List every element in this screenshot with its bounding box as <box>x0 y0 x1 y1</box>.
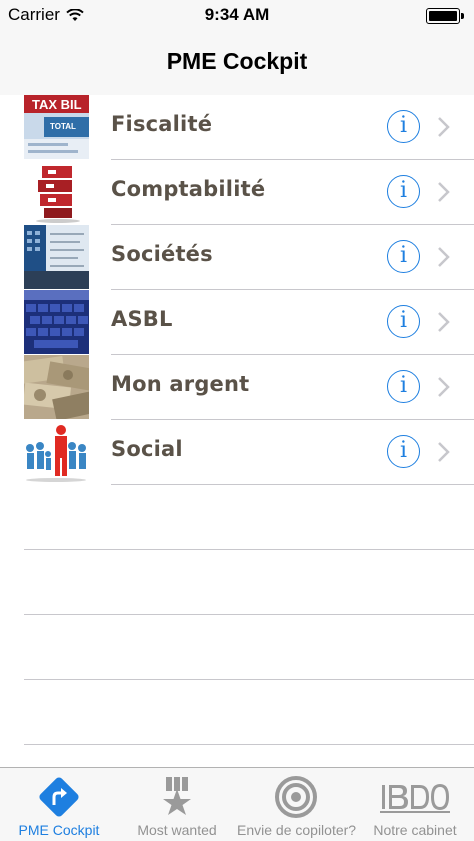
chevron-right-icon <box>438 182 450 202</box>
category-list[interactable]: TAX BIL TOTAL Fiscalité i Comptabilité i… <box>0 95 474 767</box>
list-item-label: Sociétés <box>111 242 213 266</box>
status-time: 9:34 AM <box>204 5 270 24</box>
info-icon[interactable]: i <box>387 175 420 208</box>
page-title: PME Cockpit <box>166 48 308 74</box>
status-bar: Carrier 9:34 AM <box>0 0 474 32</box>
tab-envie-de-copiloter[interactable]: Envie de copiloter? <box>237 768 357 841</box>
empty-row-divider <box>24 614 474 615</box>
chevron-right-icon <box>438 377 450 397</box>
target-icon <box>275 776 317 818</box>
empty-row-divider <box>24 549 474 550</box>
tab-label: Notre cabinet <box>373 822 457 838</box>
navigation-bar: PME Cockpit <box>0 32 474 96</box>
chevron-right-icon <box>438 312 450 332</box>
list-item-societes[interactable]: Sociétés i <box>0 225 474 290</box>
chevron-right-icon <box>438 117 450 137</box>
tab-label: Envie de copiloter? <box>237 822 357 838</box>
tab-bar: PME Cockpit Most wanted Envie de copilot… <box>0 767 474 841</box>
info-icon[interactable]: i <box>387 305 420 338</box>
tab-notre-cabinet[interactable]: Notre cabinet <box>356 768 474 841</box>
bdo-logo-icon <box>380 784 450 813</box>
info-icon[interactable]: i <box>387 435 420 468</box>
list-item-mon-argent[interactable]: Mon argent i <box>0 355 474 420</box>
list-item-label: ASBL <box>111 307 173 331</box>
calculator-documents-photo <box>24 225 89 289</box>
tab-label: Most wanted <box>137 822 217 838</box>
info-icon[interactable]: i <box>387 370 420 403</box>
tab-most-wanted[interactable]: Most wanted <box>118 768 236 841</box>
list-item-social[interactable]: Social i <box>0 420 474 485</box>
list-item-label: Comptabilité <box>111 177 266 201</box>
banknotes-photo <box>24 355 89 419</box>
row-divider <box>111 484 474 485</box>
chevron-right-icon <box>438 247 450 267</box>
star-medal-icon <box>163 777 191 815</box>
tax-bill-photo: TAX BIL TOTAL <box>24 95 89 159</box>
red-binders-photo <box>24 160 89 224</box>
svg-text:TOTAL: TOTAL <box>50 122 76 131</box>
tab-pme-cockpit[interactable]: PME Cockpit <box>0 768 118 841</box>
directions-arrow-icon <box>39 777 79 817</box>
people-figures-photo <box>24 420 89 484</box>
list-item-label: Mon argent <box>111 372 250 396</box>
battery-icon <box>426 8 464 24</box>
svg-text:TAX BIL: TAX BIL <box>32 97 82 112</box>
chevron-right-icon <box>438 442 450 462</box>
list-item-label: Fiscalité <box>111 112 213 136</box>
list-item-asbl[interactable]: ASBL i <box>0 290 474 355</box>
info-icon[interactable]: i <box>387 110 420 143</box>
info-icon[interactable]: i <box>387 240 420 273</box>
blue-keyboard-photo <box>24 290 89 354</box>
list-item-fiscalite[interactable]: TAX BIL TOTAL Fiscalité i <box>0 95 474 160</box>
empty-row-divider <box>24 744 474 745</box>
tab-label: PME Cockpit <box>18 822 100 838</box>
empty-row-divider <box>24 679 474 680</box>
list-item-comptabilite[interactable]: Comptabilité i <box>0 160 474 225</box>
list-item-label: Social <box>111 437 183 461</box>
